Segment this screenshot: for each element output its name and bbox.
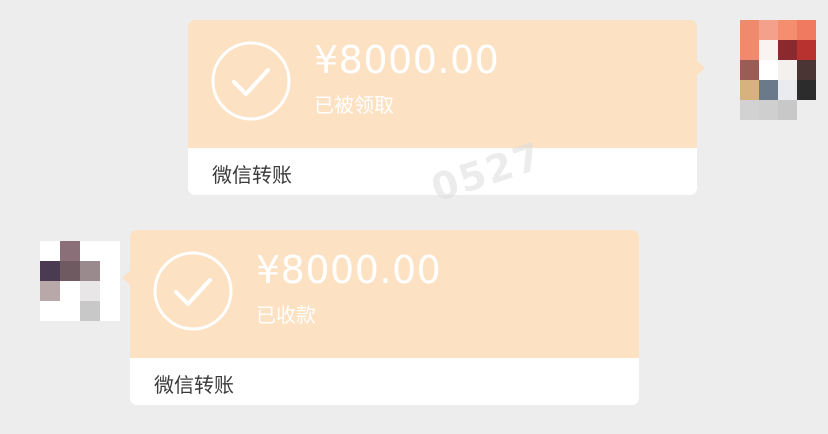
card-footer: 微信转账	[130, 358, 639, 405]
card-header: ¥8000.00 已收款	[130, 230, 639, 358]
transfer-type-label: 微信转账	[154, 373, 234, 397]
transfer-status: 已被领取	[314, 93, 394, 117]
avatar-left[interactable]	[40, 241, 120, 321]
transfer-status: 已收款	[256, 303, 316, 327]
card-header: ¥8000.00 已被领取	[188, 20, 697, 148]
transfer-amount: ¥8000.00	[256, 248, 442, 292]
check-circle-icon	[153, 251, 233, 331]
avatar-right[interactable]	[740, 20, 816, 120]
bubble-tail	[696, 60, 705, 76]
transfer-type-label: 微信转账	[212, 163, 292, 187]
check-circle-icon	[211, 41, 291, 121]
transfer-card-collected[interactable]: ¥8000.00 已收款 微信转账	[122, 230, 639, 405]
transfer-amount: ¥8000.00	[314, 38, 500, 82]
